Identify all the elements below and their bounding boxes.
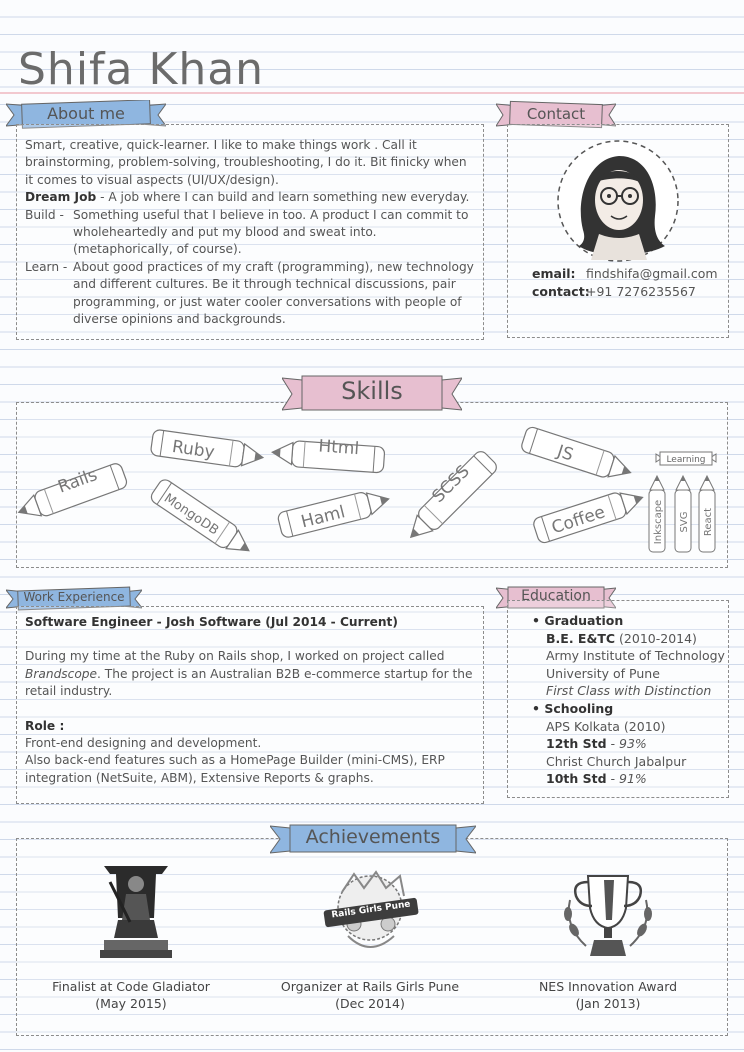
- svg-text:React: React: [703, 508, 714, 536]
- pencil-ruby: Ruby: [149, 428, 266, 472]
- achievement-1: Finalist at Code Gladiator (May 2015): [52, 979, 210, 1011]
- achievement-2: Organizer at Rails Girls Pune (Dec 2014): [280, 979, 460, 1011]
- pencil-js: JS: [519, 425, 636, 486]
- about-build: Build - Something useful that I believe i…: [25, 207, 469, 257]
- learning-label: Learning: [655, 451, 717, 466]
- svg-text:SVG: SVG: [679, 512, 690, 533]
- pencil-inkscape: Inkscape: [648, 474, 666, 553]
- pencil-coffee: Coffee: [531, 484, 648, 545]
- pencil-rails: Rails: [16, 461, 130, 526]
- skills-pencils: Ruby Html JS Rails MongoDB Haml SCSS Cof…: [16, 425, 717, 563]
- avatar: [555, 138, 681, 264]
- pencil-html: Html: [270, 436, 386, 474]
- about-intro: Smart, creative, quick-learner. I like t…: [25, 138, 467, 187]
- pencil-haml: Haml: [276, 485, 393, 540]
- svg-text:Html: Html: [318, 436, 360, 459]
- gladiator-icon: [96, 862, 176, 962]
- achievements-ribbon: Achievements: [270, 822, 476, 856]
- work-content: Software Engineer - Josh Software (Jul 2…: [25, 614, 475, 787]
- about-content: Smart, creative, quick-learner. I like t…: [25, 137, 477, 328]
- contact-phone: contact:+91 7276235567: [532, 284, 696, 299]
- contact-title: Contact: [526, 105, 586, 123]
- page-title: Shifa Khan: [18, 44, 265, 95]
- graduation-details: B.E. E&TC (2010-2014) Army Institute of …: [546, 630, 725, 699]
- about-learn: Learn - About good practices of my craft …: [25, 259, 474, 327]
- achievements-title: Achievements: [305, 826, 441, 848]
- email-link[interactable]: findshifa@gmail.com: [586, 266, 718, 281]
- about-title: About me: [47, 104, 125, 123]
- pencil-svg: SVG: [674, 474, 692, 553]
- work-role-1: Front-end designing and development.: [25, 736, 262, 751]
- svg-text:Learning: Learning: [666, 455, 705, 465]
- education-schooling: • Schooling: [532, 700, 614, 716]
- work-role-2: Also back-end features such as a HomePag…: [25, 753, 445, 785]
- contact-email: email: findshifa@gmail.com: [532, 266, 718, 281]
- phone-link[interactable]: +91 7276235567: [586, 284, 696, 299]
- pencil-react: React: [698, 474, 716, 553]
- skills-title: Skills: [341, 377, 403, 405]
- pencil-scss: SCSS: [401, 448, 500, 547]
- work-role-label: Role :: [25, 718, 65, 733]
- work-position: Software Engineer - Josh Software (Jul 2…: [25, 615, 398, 629]
- work-title: Work Experience: [23, 590, 125, 604]
- pencil-mongodb: MongoDB: [148, 476, 257, 563]
- rails-girls-badge-icon: Rails Girls Pune: [320, 866, 422, 962]
- svg-text:Inkscape: Inkscape: [653, 500, 664, 544]
- education-graduation: • Graduation: [532, 613, 624, 628]
- trophy-icon: [560, 870, 656, 962]
- about-dream-job: Dream Job - A job where I can build and …: [25, 190, 470, 205]
- work-description: During my time at the Ruby on Rails shop…: [25, 649, 473, 699]
- achievement-3: NES Innovation Award (Jan 2013): [538, 979, 678, 1011]
- schooling-details: APS Kolkata (2010) 12th Std - 93% Christ…: [546, 718, 687, 787]
- education-content: • Graduation B.E. E&TC (2010-2014) Army …: [532, 612, 726, 788]
